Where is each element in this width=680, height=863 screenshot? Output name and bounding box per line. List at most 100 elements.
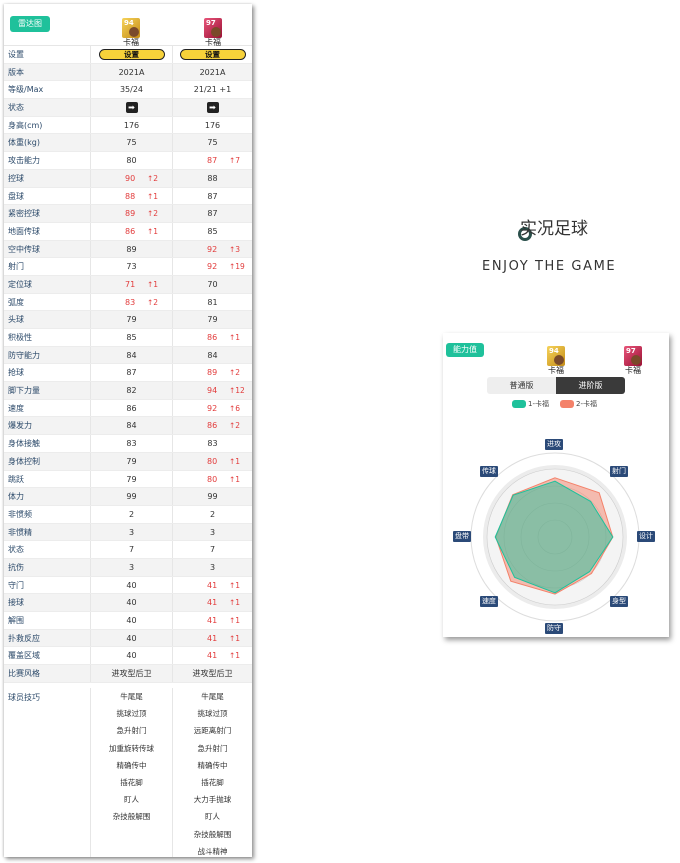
- stat-cell-p1: 75: [90, 134, 172, 152]
- stats-row: 盘球 88 ↑1 87: [4, 187, 252, 206]
- stat-label: 守门: [8, 580, 24, 590]
- stats-row: 攻击能力 80 87 ↑7: [4, 152, 252, 170]
- stat-increase: ↑19: [229, 262, 245, 272]
- stat-label: 抗伤: [8, 562, 24, 572]
- skills-col-p2: 牛尾尾 挑球过顶 远距离射门 急升射门 精确传中 插花脚 大力手抛球 盯人 杂技般解围 战斗精神: [172, 688, 252, 857]
- stat-cell-p1: 40: [90, 594, 172, 611]
- brand-title: 实况足球: [520, 219, 588, 239]
- stat-label: 设置: [8, 50, 24, 59]
- player2-header[interactable]: 97 卡福: [172, 10, 252, 48]
- stats-row: 解围 40 41 ↑1: [4, 612, 252, 630]
- stat-cell-p2: 2021A: [172, 63, 252, 81]
- stat-cell-p1: 3: [90, 558, 172, 576]
- stat-value: 84: [207, 350, 218, 360]
- stat-increase: ↑1: [229, 474, 241, 484]
- stat-label: 弧度: [8, 297, 24, 307]
- stats-row: 抗伤 3 3: [4, 558, 252, 577]
- stat-cell-p2: 85: [172, 222, 252, 240]
- stat-value: 80: [207, 456, 218, 466]
- player2-card-icon: 97: [204, 18, 222, 38]
- stat-label: 头球: [8, 315, 24, 325]
- compare-header: 雷达图 94 卡福 97 卡福: [4, 4, 252, 48]
- stat-cell-p2: 87: [172, 187, 252, 205]
- radar-axis-label: 速度: [479, 596, 498, 608]
- skill-item: 精确传中: [197, 760, 228, 770]
- stat-value: 90: [125, 173, 136, 183]
- stat-value: 3: [128, 527, 135, 537]
- stat-cell-p1[interactable]: 设置: [90, 46, 172, 63]
- skill-item: 精确传中: [116, 760, 147, 770]
- stat-label: 空中传球: [8, 244, 40, 254]
- settings-button[interactable]: 设置: [179, 49, 246, 60]
- stats-row: 等级/Max 35/24 21/21 +1: [4, 81, 252, 100]
- stat-cell-p1: 86: [90, 399, 172, 417]
- radar-axis-label: 射门: [610, 465, 629, 477]
- stat-cell-p2: 84: [172, 346, 252, 364]
- stat-cell-p1: 79: [90, 452, 172, 470]
- stat-label: 扑救反应: [8, 633, 40, 643]
- stats-row: 跳跃 79 80 ↑1: [4, 470, 252, 489]
- stat-cell-p2: 70: [172, 275, 252, 293]
- stat-label: 覆盖区域: [8, 651, 40, 661]
- stat-increase: ↑1: [229, 333, 241, 342]
- stat-increase: ↑1: [147, 226, 159, 236]
- stats-row: 覆盖区域 40 41 ↑1: [4, 647, 252, 666]
- stat-increase: ↑6: [229, 403, 241, 413]
- stat-cell-p2: 80 ↑1: [172, 470, 252, 488]
- stat-value: 41: [207, 580, 218, 590]
- skill-item: 远距离射门: [193, 726, 232, 736]
- skill-item: 挑球过顶: [197, 709, 228, 719]
- stat-cell-p2: 86 ↑2: [172, 417, 252, 435]
- stats-row: 弧度 83 ↑2 81: [4, 293, 252, 312]
- radar-chart-button[interactable]: 雷达图: [10, 16, 50, 32]
- skill-item: 大力手抛球: [193, 795, 232, 805]
- arrow-right-icon[interactable]: ➡: [206, 102, 219, 114]
- stat-cell-p1: 80: [90, 152, 172, 169]
- stat-increase: ↑12: [229, 386, 245, 396]
- stat-value: 40: [126, 616, 137, 625]
- stat-label: 体力: [8, 492, 24, 502]
- stat-value: 80: [126, 156, 137, 166]
- stat-cell-p2[interactable]: ➡: [172, 99, 252, 116]
- stat-cell-p2: 41 ↑1: [172, 647, 252, 665]
- stat-value: 79: [126, 315, 137, 325]
- stat-cell-p2: 3: [172, 523, 252, 541]
- stat-cell-p1: 83 ↑2: [90, 293, 172, 311]
- stats-row: 接球 40 41 ↑1: [4, 594, 252, 612]
- stat-value: 40: [126, 651, 137, 661]
- arrow-right-icon[interactable]: ➡: [125, 102, 138, 114]
- stat-cell-p1: 86 ↑1: [90, 222, 172, 240]
- stat-label: 等级/Max: [8, 85, 44, 95]
- stat-value: 40: [126, 633, 137, 643]
- stat-cell-p2: 86 ↑1: [172, 329, 252, 346]
- skill-item: 挑球过顶: [116, 709, 147, 719]
- stat-cell-p1: 40: [90, 576, 172, 594]
- stat-value: 87: [126, 368, 137, 378]
- player1-card-icon: 94: [122, 18, 140, 38]
- stat-value: 83: [126, 439, 137, 449]
- stat-cell-p1: 进攻型后卫: [90, 665, 172, 682]
- stat-cell-p1[interactable]: ➡: [90, 99, 172, 116]
- stat-value: 7: [209, 545, 216, 555]
- stat-cell-p2[interactable]: 设置: [172, 46, 252, 63]
- stats-row: 紧密控球 89 ↑2 87: [4, 205, 252, 223]
- stat-cell-p1: 84: [90, 417, 172, 435]
- stats-row: 头球 79 79: [4, 311, 252, 329]
- stat-value: 86: [126, 403, 137, 413]
- stats-row: 身体控制 79 80 ↑1: [4, 452, 252, 471]
- stat-cell-p1: 79: [90, 470, 172, 488]
- stat-cell-p1: 83: [90, 435, 172, 452]
- stat-value: 83: [125, 297, 136, 307]
- settings-button[interactable]: 设置: [98, 49, 165, 60]
- skill-item: 杂技般解围: [112, 812, 151, 822]
- stat-cell-p1: 71 ↑1: [90, 275, 172, 293]
- player1-header[interactable]: 94 卡福: [90, 10, 172, 48]
- stat-value: 82: [126, 386, 137, 396]
- stat-value: 73: [126, 262, 137, 272]
- stat-increase: ↑2: [147, 209, 159, 219]
- stat-increase: ↑1: [229, 580, 241, 590]
- stat-cell-p2: 83: [172, 435, 252, 452]
- stat-increase: ↑1: [147, 279, 159, 289]
- stat-value: 89: [126, 244, 137, 254]
- stat-value: 35/24: [119, 85, 144, 95]
